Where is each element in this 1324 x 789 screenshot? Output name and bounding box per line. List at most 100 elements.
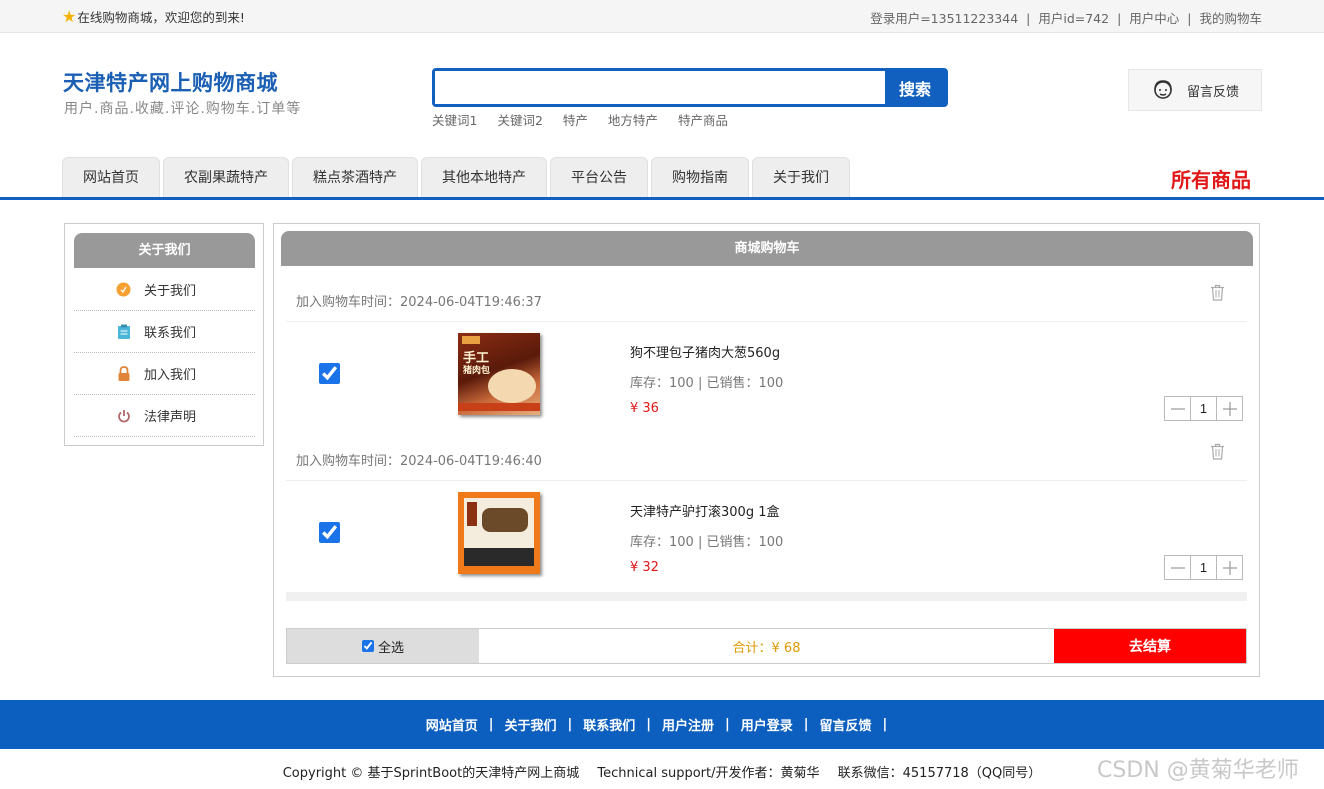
tab-about[interactable]: 关于我们	[752, 157, 850, 197]
product-image[interactable]	[458, 492, 540, 574]
select-all-label: 全选	[377, 640, 404, 656]
minus-button[interactable]	[1165, 556, 1190, 579]
product-image-text: 猪肉包	[463, 366, 491, 376]
user-links: 登录用户=13511223344 | 用户id=742 | 用户中心 | 我的购…	[870, 8, 1262, 27]
separator: |	[1117, 11, 1122, 26]
product-name[interactable]: 狗不理包子猪肉大葱560g	[630, 342, 780, 361]
sidebar-item-label: 联系我们	[144, 326, 197, 341]
cart-total: 合计：¥ 68	[732, 640, 801, 656]
sidebar-item-label: 法律声明	[144, 410, 197, 425]
hotword-link[interactable]: 地方特产	[608, 110, 658, 129]
star-icon: ★	[62, 6, 77, 26]
sidebar-item-join[interactable]: 加入我们	[74, 353, 255, 395]
site-title[interactable]: 天津特产网上购物商城	[63, 67, 278, 97]
cart-divider-bar	[286, 592, 1247, 601]
plus-button[interactable]	[1217, 556, 1242, 579]
hotword-link[interactable]: 特产商品	[678, 110, 728, 129]
lock-icon	[116, 365, 131, 381]
support-text: Technical support/开发作者：黄菊华	[597, 766, 820, 781]
item-checkbox[interactable]	[319, 522, 340, 543]
product-image[interactable]: 手工 猪肉包	[458, 333, 540, 415]
hot-keywords: 关键词1 关键词2 特产 地方特产 特产商品	[432, 110, 728, 129]
footer-nav: 网站首页 | 关于我们 | 联系我们 | 用户注册 | 用户登录 | 留言反馈 |	[0, 700, 1324, 749]
footer-link-login[interactable]: 用户登录	[741, 715, 793, 734]
separator: |	[1187, 11, 1192, 26]
search-button[interactable]: 搜索	[885, 71, 945, 104]
product-stock: 库存：100 | 已销售：100	[630, 535, 784, 550]
minus-button[interactable]	[1165, 397, 1190, 420]
checkout-button[interactable]: 去结算	[1054, 629, 1246, 663]
feedback-button[interactable]: 留言反馈	[1128, 69, 1262, 111]
footer-link-home[interactable]: 网站首页	[426, 715, 478, 734]
separator: |	[1026, 11, 1031, 26]
search-input[interactable]	[435, 71, 885, 104]
select-all[interactable]: 全选	[287, 629, 479, 663]
sidebar-item-label: 加入我们	[144, 368, 197, 383]
user-center-link[interactable]: 用户中心	[1129, 11, 1179, 26]
divider	[286, 321, 1247, 322]
sidebar-title: 关于我们	[74, 233, 255, 268]
separator: |	[882, 717, 888, 732]
copyright-text: Copyright © 基于SprintBoot的天津特产网上商城	[282, 766, 580, 781]
added-time: 加入购物车时间：2024-06-04T19:46:37	[296, 295, 542, 310]
feedback-label: 留言反馈	[1187, 84, 1240, 100]
quantity-value[interactable]: 1	[1190, 397, 1217, 420]
power-icon	[116, 408, 131, 423]
sidebar-item-about[interactable]: 关于我们	[74, 269, 255, 311]
cart-panel: 商城购物车 加入购物车时间：2024-06-04T19:46:37 手工 猪肉包…	[273, 223, 1260, 677]
tab-agri-produce[interactable]: 农副果蔬特产	[163, 157, 289, 197]
info-circle-icon	[116, 282, 131, 297]
tab-announcements[interactable]: 平台公告	[550, 157, 648, 197]
my-cart-link[interactable]: 我的购物车	[1199, 11, 1262, 26]
welcome-text: 在线购物商城，欢迎您的到来!	[77, 10, 245, 25]
footer-link-feedback[interactable]: 留言反馈	[820, 715, 872, 734]
tab-home[interactable]: 网站首页	[62, 157, 160, 197]
separator: |	[803, 717, 809, 732]
item-checkbox[interactable]	[319, 363, 340, 384]
footer-link-contact[interactable]: 联系我们	[583, 715, 635, 734]
separator: |	[725, 717, 730, 732]
plus-button[interactable]	[1217, 397, 1242, 420]
sidebar-item-contact[interactable]: 联系我们	[74, 311, 255, 353]
welcome-message: ★ 在线购物商城，欢迎您的到来!	[62, 7, 245, 26]
hotword-link[interactable]: 关键词2	[497, 110, 542, 129]
all-goods-link[interactable]: 所有商品	[1171, 164, 1251, 193]
separator: |	[646, 717, 651, 732]
product-price: ¥ 32	[630, 560, 659, 575]
contact-text: 联系微信：45157718（QQ同号）	[837, 766, 1042, 781]
main-nav: 网站首页 农副果蔬特产 糕点茶酒特产 其他本地特产 平台公告 购物指南 关于我们	[62, 157, 850, 197]
added-time: 加入购物车时间：2024-06-04T19:46:40	[296, 454, 542, 469]
product-name[interactable]: 天津特产驴打滚300g 1盒	[630, 501, 779, 520]
clipboard-icon	[116, 324, 131, 339]
trash-icon[interactable]	[1210, 284, 1225, 305]
separator: |	[567, 717, 573, 732]
product-price: ¥ 36	[630, 401, 659, 416]
sidebar-item-label: 关于我们	[144, 284, 197, 299]
search-bar: 搜索	[432, 68, 948, 107]
divider	[286, 480, 1247, 481]
product-stock: 库存：100 | 已销售：100	[630, 376, 784, 391]
nav-divider	[0, 197, 1324, 200]
sidebar: 关于我们 关于我们 联系我们 加入我们 法律声明	[64, 223, 264, 446]
quantity-stepper: 1	[1164, 555, 1243, 580]
headset-icon	[1154, 80, 1172, 99]
hotword-link[interactable]: 关键词1	[432, 110, 477, 129]
user-id-link[interactable]: 用户id=742	[1038, 11, 1109, 26]
quantity-value[interactable]: 1	[1190, 556, 1217, 579]
cart-summary: 全选 合计：¥ 68 去结算	[286, 628, 1247, 664]
quantity-stepper: 1	[1164, 396, 1243, 421]
select-all-checkbox[interactable]	[361, 640, 374, 652]
sidebar-item-legal[interactable]: 法律声明	[74, 395, 255, 437]
watermark: CSDN @黄菊华老师	[1097, 758, 1299, 783]
top-bar: ★ 在线购物商城，欢迎您的到来! 登录用户=13511223344 | 用户id…	[0, 0, 1324, 33]
tab-pastry-tea-wine[interactable]: 糕点茶酒特产	[292, 157, 418, 197]
login-user-link[interactable]: 登录用户=13511223344	[870, 11, 1018, 26]
hotword-link[interactable]: 特产	[563, 110, 588, 129]
tab-other-local[interactable]: 其他本地特产	[421, 157, 547, 197]
trash-icon[interactable]	[1210, 443, 1225, 464]
cart-title: 商城购物车	[281, 231, 1253, 266]
separator: |	[488, 717, 494, 732]
tab-shopping-guide[interactable]: 购物指南	[651, 157, 749, 197]
footer-link-register[interactable]: 用户注册	[662, 715, 714, 734]
footer-link-about[interactable]: 关于我们	[504, 715, 556, 734]
